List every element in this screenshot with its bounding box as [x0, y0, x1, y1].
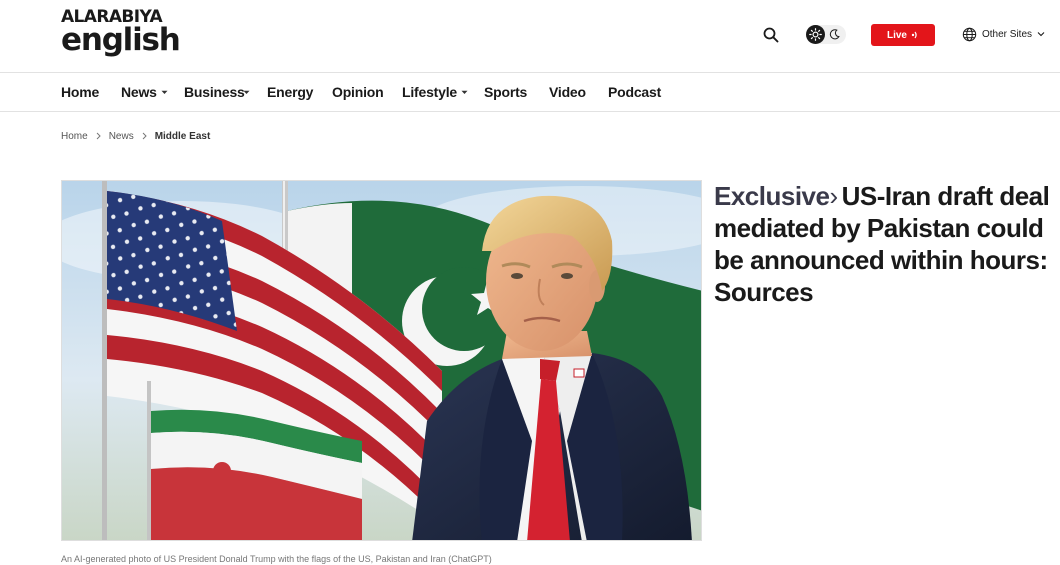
theme-toggle[interactable] — [806, 25, 846, 44]
theme-toggle-knob — [806, 25, 825, 44]
live-button[interactable]: Live — [871, 24, 935, 46]
caret-down-icon — [161, 90, 168, 94]
headline-kicker-separator: › — [829, 181, 838, 211]
nav-lifestyle-caret[interactable] — [461, 73, 468, 111]
site-header: ALARABIYA english Live Other Sites — [0, 0, 1060, 73]
live-broadcast-icon — [911, 31, 917, 39]
caret-down-icon — [461, 90, 468, 94]
article-headline: Exclusive› US-Iran draft deal mediated by… — [714, 180, 1054, 308]
chevron-down-icon — [1037, 32, 1045, 37]
breadcrumb-separator — [96, 132, 101, 140]
breadcrumb-news[interactable]: News — [109, 131, 134, 142]
nav-item-sports[interactable]: Sports — [484, 73, 527, 111]
main-nav: Home News Business Energy Opinion Lifest… — [0, 73, 1060, 112]
nav-item-energy[interactable]: Energy — [267, 73, 313, 111]
theme-moon-slot — [825, 25, 844, 44]
nav-item-business[interactable]: Business — [184, 73, 245, 111]
globe-icon — [962, 27, 977, 41]
search-icon — [763, 27, 779, 43]
breadcrumb-current[interactable]: Middle East — [155, 131, 211, 142]
nav-item-podcast[interactable]: Podcast — [608, 73, 661, 111]
sun-icon — [809, 28, 822, 41]
image-caption: An AI-generated photo of US President Do… — [61, 554, 492, 564]
logo-line-2: english — [61, 22, 181, 58]
nav-item-video[interactable]: Video — [549, 73, 586, 111]
breadcrumb-separator — [142, 132, 147, 140]
breadcrumb-home[interactable]: Home — [61, 131, 88, 142]
nav-item-news[interactable]: News — [121, 73, 157, 111]
caret-down-icon — [243, 90, 250, 94]
moon-icon — [829, 29, 840, 40]
nav-item-lifestyle[interactable]: Lifestyle — [402, 73, 457, 111]
live-label: Live — [886, 29, 907, 41]
headline-kicker[interactable]: Exclusive — [714, 181, 830, 211]
nav-news-caret[interactable] — [161, 73, 168, 111]
other-sites-label: Other Sites — [982, 28, 1033, 40]
nav-item-home[interactable]: Home — [61, 73, 99, 111]
search-button[interactable] — [760, 24, 782, 46]
article-hero-image — [61, 180, 702, 541]
nav-item-opinion[interactable]: Opinion — [332, 73, 384, 111]
breadcrumb: Home News Middle East — [61, 129, 210, 143]
chevron-right-icon — [96, 132, 101, 140]
chevron-right-icon — [142, 132, 147, 140]
site-logo[interactable]: ALARABIYA english — [61, 8, 181, 58]
nav-business-caret[interactable] — [243, 73, 250, 111]
hero-illustration — [62, 181, 701, 540]
other-sites-dropdown[interactable]: Other Sites — [962, 25, 1045, 43]
